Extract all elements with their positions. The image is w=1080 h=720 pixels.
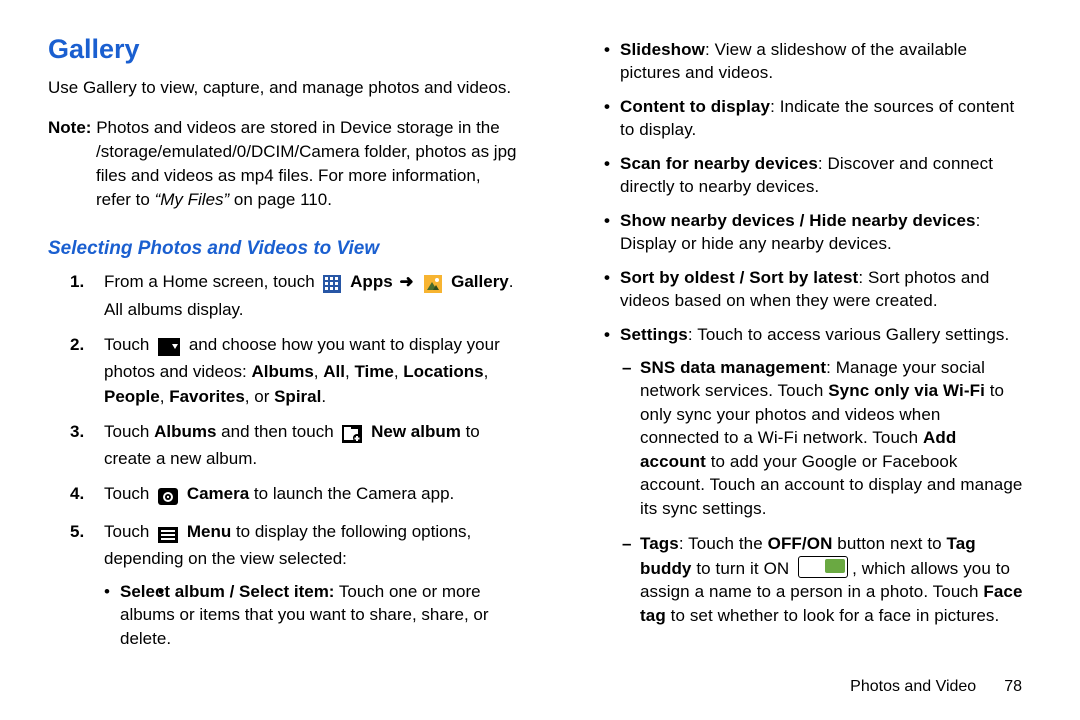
step-3: Touch Albums and then touch New album to… — [48, 420, 520, 472]
lbl: Show nearby devices / Hide nearby device… — [620, 211, 976, 230]
bullet-select-album: •Select album / Select item: Touch one o… — [104, 580, 520, 650]
step4-b: to launch the Camera app. — [249, 484, 454, 503]
intro-text: Use Gallery to view, capture, and manage… — [48, 77, 520, 100]
apps-grid-icon — [323, 273, 341, 298]
bullet-show-hide-nearby: Show nearby devices / Hide nearby device… — [576, 209, 1024, 256]
sync-wifi: Sync only via Wi-Fi — [828, 381, 985, 400]
arrow-icon: ➜ — [399, 272, 413, 291]
note-reference: “My Files” — [155, 190, 230, 209]
bullet-slideshow: Slideshow: View a slideshow of the avail… — [576, 38, 1024, 85]
new-album-icon — [342, 423, 362, 448]
txt: : Touch to access various Gallery settin… — [688, 325, 1009, 344]
step3-a: Touch — [104, 422, 154, 441]
right-column: Slideshow: View a slideshow of the avail… — [576, 34, 1024, 660]
heading-gallery: Gallery — [48, 34, 520, 65]
t: button next to — [832, 534, 946, 553]
step2-a: Touch — [104, 335, 154, 354]
bullet-settings: Settings: Touch to access various Galler… — [576, 323, 1024, 346]
apps-label: Apps — [350, 272, 393, 291]
opt-time: Time — [354, 362, 393, 381]
lbl: Sort by oldest / Sort by latest — [620, 268, 858, 287]
step-2: Touch and choose how you want to display… — [48, 333, 520, 410]
sns-label: SNS data management — [640, 358, 826, 377]
toggle-on-icon — [798, 556, 848, 578]
opt-people: People — [104, 387, 160, 406]
step-1: From a Home screen, touch Apps ➜ Gallery… — [48, 270, 520, 322]
sep: , or — [245, 387, 274, 406]
sep: , — [484, 362, 489, 381]
step1-text-a: From a Home screen, touch — [104, 272, 319, 291]
tags-label: Tags — [640, 534, 679, 553]
dropdown-icon — [158, 336, 180, 361]
opt-favorites: Favorites — [169, 387, 245, 406]
offon: OFF/ON — [768, 534, 833, 553]
menu-icon — [158, 523, 178, 548]
step5-bullets: •Select album / Select item: Touch one o… — [104, 580, 520, 650]
opt-albums: Albums — [251, 362, 313, 381]
menu-label: Menu — [187, 522, 231, 541]
step3-b: and then touch — [216, 422, 338, 441]
gallery-label: Gallery — [451, 272, 509, 291]
step-5: Touch Menu to display the following opti… — [48, 520, 520, 651]
right-bullets: Slideshow: View a slideshow of the avail… — [576, 38, 1024, 627]
sep: , — [314, 362, 323, 381]
bullet-sort: Sort by oldest / Sort by latest: Sort ph… — [576, 266, 1024, 313]
albums-label: Albums — [154, 422, 216, 441]
t: to set whether to look for a face in pic… — [666, 606, 1000, 625]
lbl: Content to display — [620, 97, 770, 116]
opt-all: All — [323, 362, 345, 381]
manual-page: Gallery Use Gallery to view, capture, an… — [0, 0, 1080, 720]
note-text-b: on page 110. — [229, 190, 332, 209]
camera-icon — [158, 485, 178, 510]
bullet-content-to-display: Content to display: Indicate the sources… — [576, 95, 1024, 142]
bullet-scan-nearby: Scan for nearby devices: Discover and co… — [576, 152, 1024, 199]
sep: , — [160, 387, 169, 406]
subheading-selecting: Selecting Photos and Videos to View — [48, 238, 520, 260]
gallery-app-icon — [424, 273, 442, 298]
t: to turn it ON — [692, 559, 795, 578]
sub-sns: SNS data management: Manage your social … — [576, 356, 1024, 520]
step5-a: Touch — [104, 522, 154, 541]
bullet-select-album-label: Select album / Select item: — [120, 582, 334, 601]
left-column: Gallery Use Gallery to view, capture, an… — [48, 34, 520, 660]
step-4: Touch Camera to launch the Camera app. — [48, 482, 520, 510]
opt-locations: Locations — [403, 362, 483, 381]
step4-a: Touch — [104, 484, 154, 503]
opt-spiral: Spiral — [274, 387, 321, 406]
sub-tags: Tags: Touch the OFF/ON button next to Ta… — [576, 532, 1024, 627]
footer-section: Photos and Video — [850, 678, 976, 695]
lbl: Settings — [620, 325, 688, 344]
note-block: Note: Photos and videos are stored in De… — [48, 116, 520, 213]
lbl: Slideshow — [620, 40, 705, 59]
lbl: Scan for nearby devices — [620, 154, 818, 173]
page-footer: Photos and Video 78 — [850, 678, 1022, 696]
footer-page-number: 78 — [1004, 678, 1022, 695]
sep: . — [321, 387, 326, 406]
ordered-steps: From a Home screen, touch Apps ➜ Gallery… — [48, 270, 520, 650]
new-album-label: New album — [371, 422, 461, 441]
two-columns: Gallery Use Gallery to view, capture, an… — [48, 34, 1036, 660]
sep: , — [394, 362, 403, 381]
note-label: Note: — [48, 118, 91, 137]
t: : Touch the — [679, 534, 768, 553]
camera-label: Camera — [187, 484, 249, 503]
